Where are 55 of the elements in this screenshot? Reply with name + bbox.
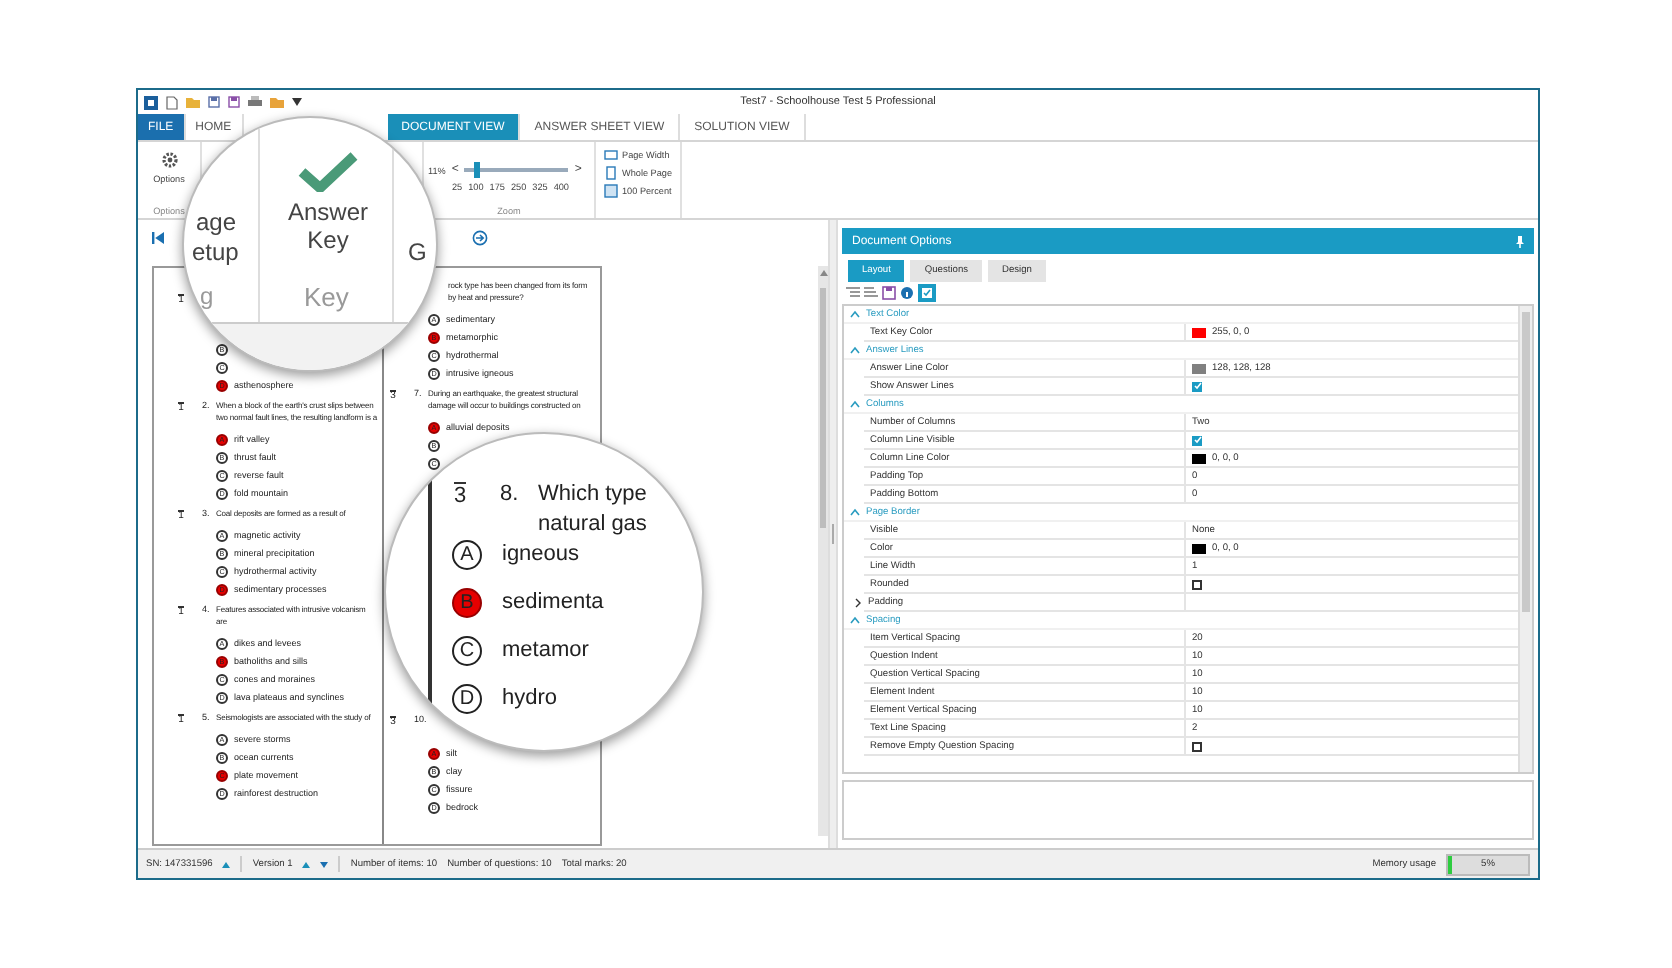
- color-swatch[interactable]: [1192, 363, 1206, 373]
- down-arrow-icon[interactable]: [320, 861, 329, 867]
- option-text: metamor: [502, 638, 589, 664]
- checkmark-icon: [298, 152, 358, 192]
- sort-icon[interactable]: [864, 286, 878, 300]
- pin-icon[interactable]: [1516, 235, 1524, 247]
- checkbox[interactable]: [1192, 741, 1202, 751]
- up-arrow-icon[interactable]: [302, 861, 311, 867]
- page-icon: [604, 184, 618, 198]
- magnified-label: age: [196, 208, 237, 236]
- app-icon: [144, 95, 158, 109]
- option-text: igneous: [502, 542, 580, 568]
- save-icon[interactable]: [882, 286, 896, 300]
- magnified-label: etup: [192, 238, 239, 266]
- color-swatch[interactable]: [1192, 453, 1206, 463]
- checkbox[interactable]: [1192, 435, 1202, 445]
- color-swatch[interactable]: [1192, 327, 1206, 337]
- magnified-group-label: Key: [304, 282, 349, 312]
- marks-value: 3: [454, 482, 467, 510]
- save-icon[interactable]: [228, 96, 240, 108]
- print-icon[interactable]: [248, 96, 262, 108]
- gear-icon: [159, 150, 179, 170]
- info-icon[interactable]: [900, 286, 914, 300]
- up-arrow-icon[interactable]: [222, 861, 231, 867]
- answer-bubble: B: [452, 588, 482, 618]
- answer-bubble: A: [452, 540, 482, 570]
- page-width-icon: [604, 148, 618, 162]
- color-swatch[interactable]: [1192, 543, 1206, 553]
- checkbox[interactable]: [1192, 579, 1202, 589]
- first-page-icon[interactable]: [150, 230, 166, 246]
- answer-bubble: C: [452, 636, 482, 666]
- scrollbar[interactable]: [818, 266, 828, 836]
- question-text: natural gas: [538, 512, 647, 538]
- slider-thumb[interactable]: [474, 162, 481, 178]
- answer-key-button[interactable]: Answer Key: [280, 152, 376, 254]
- scrollbar[interactable]: [1518, 306, 1532, 772]
- checkbox-icon[interactable]: [918, 284, 936, 302]
- whole-page-icon: [604, 166, 618, 180]
- option-text: hydro: [502, 686, 558, 712]
- question-text: Which type: [538, 482, 647, 508]
- save-icon[interactable]: [208, 96, 220, 108]
- magnified-group-label: g: [200, 282, 214, 310]
- categorized-icon[interactable]: [846, 286, 860, 300]
- option-text: sedimenta: [502, 590, 604, 616]
- scroll-up-icon[interactable]: [819, 270, 827, 276]
- chevron-icon[interactable]: [854, 597, 862, 607]
- forward-circle-icon[interactable]: [472, 230, 488, 246]
- magnified-label: G: [408, 238, 427, 266]
- dropdown-arrow-icon[interactable]: [292, 98, 302, 106]
- question-number: 8.: [500, 482, 519, 508]
- folder-icon[interactable]: [270, 96, 284, 108]
- new-document-icon[interactable]: [166, 95, 178, 109]
- checkbox[interactable]: [1192, 381, 1202, 391]
- answer-bubble: D: [452, 684, 482, 714]
- folder-icon[interactable]: [186, 96, 200, 108]
